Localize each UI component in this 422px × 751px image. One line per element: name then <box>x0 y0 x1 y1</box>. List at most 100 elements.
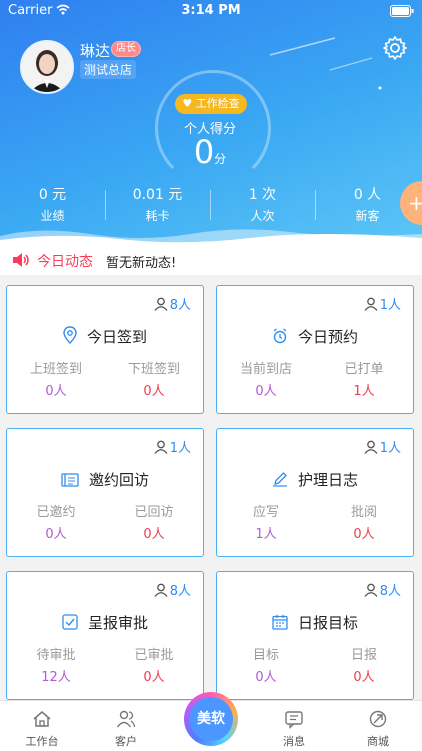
stat-value: 1 次 <box>248 187 277 203</box>
tab-label: 商城 <box>367 735 389 748</box>
card-care-log[interactable]: 1人 护理日志 应写 批阅 1人 0人 <box>216 428 414 557</box>
card-left-value: 0人 <box>255 670 277 685</box>
stat-visits[interactable]: 1 次 人次 <box>210 184 315 224</box>
card-count-value: 8人 <box>169 584 191 599</box>
tab-customers[interactable]: 客户 <box>84 709 168 749</box>
card-count: 1人 <box>154 437 191 458</box>
card-left-label: 待审批 <box>36 648 76 663</box>
status-bar: Carrier 3:14 PM <box>0 0 422 22</box>
card-title: 日报目标 <box>217 612 413 634</box>
stat-performance[interactable]: 0 元 业绩 <box>0 184 105 224</box>
card-right-label: 日报 <box>350 648 377 663</box>
stat-value: 0 元 <box>38 187 67 203</box>
card-count: 1人 <box>364 294 401 315</box>
card-title-text: 呈报审批 <box>87 614 148 632</box>
card-left-label: 当前到店 <box>239 362 292 377</box>
tab-workbench[interactable]: 工作台 <box>0 709 84 749</box>
tab-messages[interactable]: 消息 <box>252 709 336 749</box>
card-right-value: 0人 <box>143 527 165 542</box>
meiruan-logo[interactable]: 美软 <box>189 697 233 741</box>
card-right-value: 1人 <box>353 384 375 399</box>
card-right-label: 已审批 <box>134 648 174 663</box>
card-left-label: 目标 <box>252 648 279 663</box>
card-left-label: 上班签到 <box>29 362 82 377</box>
score-number: 0 <box>193 133 215 171</box>
card-left-label: 已邀约 <box>36 505 76 520</box>
store-name[interactable]: 测试总店 <box>80 60 137 79</box>
card-right-label: 已回访 <box>134 505 174 520</box>
avatar[interactable] <box>20 40 74 94</box>
person-icon <box>154 440 168 458</box>
header-wave <box>0 229 422 246</box>
user-name: 琳达 <box>80 42 111 60</box>
news-text: 暂无新动态! <box>106 256 177 271</box>
card-count-value: 1人 <box>379 298 401 313</box>
card-title: 护理日志 <box>217 469 413 491</box>
card-count-value: 1人 <box>169 441 191 456</box>
card-title: 今日签到 <box>7 326 203 348</box>
stat-card-consumption[interactable]: 0.01 元 耗卡 <box>105 184 210 224</box>
gear-icon[interactable] <box>382 35 408 61</box>
card-checkin[interactable]: 8人 今日签到 上班签到 下班签到 0人 0人 <box>6 285 204 414</box>
contact-book-icon <box>61 473 79 491</box>
mall-icon <box>369 710 387 728</box>
calendar-icon <box>272 614 288 634</box>
card-appointments[interactable]: 1人 今日预约 当前到店 已打单 0人 1人 <box>216 285 414 414</box>
card-left-value: 12人 <box>41 670 71 685</box>
person-icon <box>364 583 378 601</box>
card-right-label: 已打单 <box>344 362 384 377</box>
message-icon <box>285 711 303 729</box>
customers-icon <box>116 710 136 728</box>
card-invite-followup[interactable]: 1人 邀约回访 已邀约 已回访 0人 0人 <box>6 428 204 557</box>
person-icon <box>364 297 378 315</box>
news-title: 今日动态 <box>37 254 93 270</box>
score-unit: 分 <box>214 152 227 166</box>
card-title: 邀约回访 <box>7 469 203 491</box>
plus-icon: + <box>408 191 422 215</box>
person-icon <box>364 440 378 458</box>
location-pin-icon <box>63 326 77 348</box>
card-right-value: 0人 <box>353 527 375 542</box>
card-right-value: 0人 <box>353 670 375 685</box>
heart-icon: ♥ <box>182 97 193 110</box>
card-title: 呈报审批 <box>7 612 203 634</box>
card-approval[interactable]: 8人 呈报审批 待审批 已审批 12人 0人 <box>6 571 204 700</box>
card-left-value: 0人 <box>45 527 67 542</box>
clock: 3:14 PM <box>181 3 241 18</box>
tab-label: 工作台 <box>25 735 59 748</box>
card-daily-target[interactable]: 8人 日报目标 目标 日报 0人 0人 <box>216 571 414 700</box>
stat-value: 0.01 元 <box>132 187 183 203</box>
card-title-text: 邀约回访 <box>88 471 149 489</box>
card-count: 8人 <box>154 580 191 601</box>
card-title-text: 今日预约 <box>297 328 358 346</box>
card-title-text: 今日签到 <box>86 328 147 346</box>
card-count: 8人 <box>154 294 191 315</box>
card-count-value: 8人 <box>379 584 401 599</box>
card-left-value: 0人 <box>45 384 67 399</box>
battery-icon <box>390 5 414 21</box>
tab-label: 消息 <box>283 735 305 748</box>
work-check-label: 工作检查 <box>195 97 240 110</box>
card-title-text: 日报目标 <box>297 614 358 632</box>
home-icon <box>33 711 51 727</box>
card-count: 8人 <box>364 580 401 601</box>
card-right-value: 0人 <box>143 384 165 399</box>
card-left-value: 1人 <box>255 527 277 542</box>
alarm-clock-icon <box>272 328 288 348</box>
card-left-value: 0人 <box>255 384 277 399</box>
card-count-value: 1人 <box>379 441 401 456</box>
card-count: 1人 <box>364 437 401 458</box>
checkbox-icon <box>62 614 78 634</box>
card-right-value: 0人 <box>143 670 165 685</box>
person-icon <box>154 583 168 601</box>
person-icon <box>154 297 168 315</box>
card-left-label: 应写 <box>252 505 279 520</box>
card-title-text: 护理日志 <box>297 471 358 489</box>
card-count-value: 8人 <box>169 298 191 313</box>
work-check-button[interactable]: ♥ 工作检查 <box>175 94 247 114</box>
stats-row: 0 元 业绩 0.01 元 耗卡 1 次 人次 0 人 新客 <box>0 184 422 224</box>
tab-label: 客户 <box>115 735 137 748</box>
role-badge: 店长 <box>111 41 141 57</box>
pen-icon <box>272 471 288 491</box>
tab-mall[interactable]: 商城 <box>336 709 420 749</box>
